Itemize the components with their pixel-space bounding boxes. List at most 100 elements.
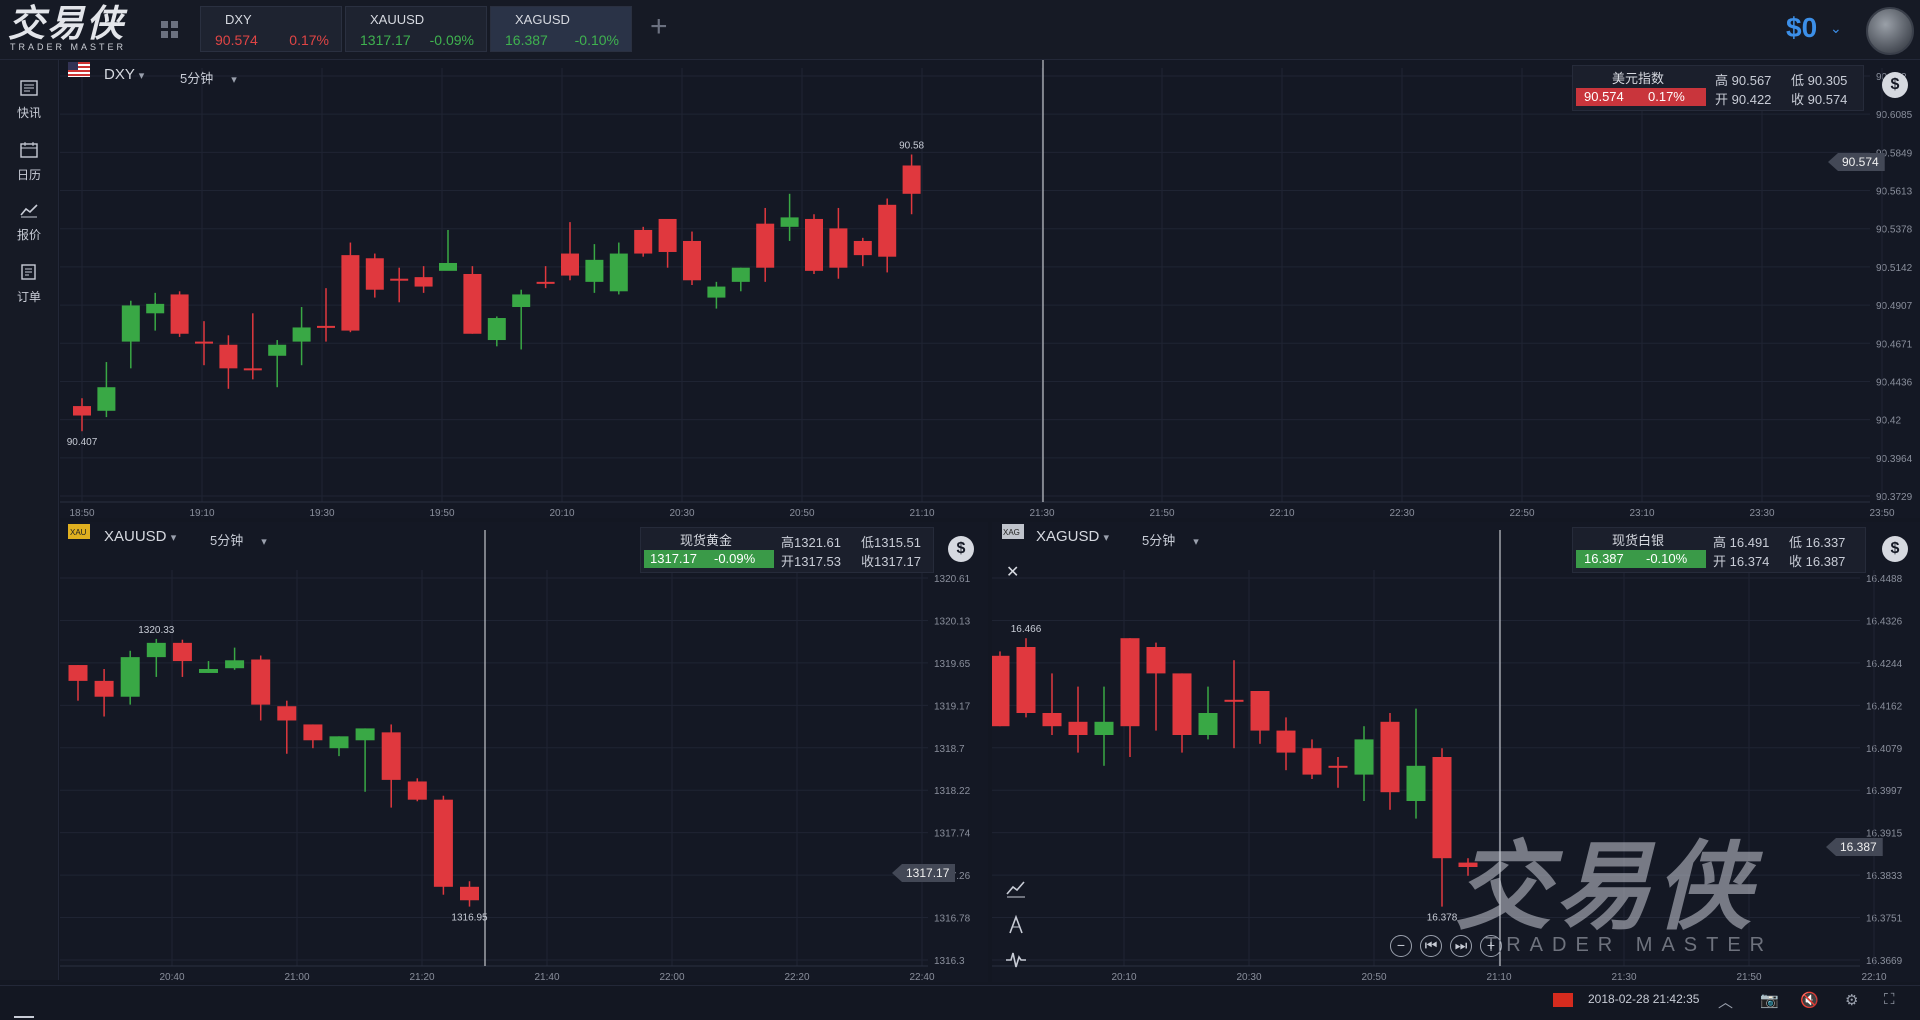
tab-price: 90.574 — [215, 32, 258, 48]
chevron-down-icon[interactable]: ⌄ — [1830, 20, 1842, 37]
x-tick-label: 21:50 — [1149, 508, 1174, 518]
y-tick-label: 90.4436 — [1876, 377, 1913, 388]
svg-text:XAG: XAG — [1003, 528, 1020, 537]
trade-dollar-icon[interactable]: $ — [1882, 72, 1908, 98]
candle-body — [172, 642, 192, 662]
tab-xagusd[interactable]: XAGUSD 16.387 -0.10% — [490, 6, 632, 52]
chevron-down-icon: ▾ — [231, 74, 237, 86]
x-tick-label: 18:50 — [69, 508, 94, 518]
orders-icon — [21, 264, 36, 280]
x-tick-label: 20:40 — [159, 972, 184, 982]
open-value: 1317.53 — [794, 554, 842, 569]
candle-body — [561, 253, 579, 276]
x-tick-label: 20:10 — [1111, 972, 1136, 982]
y-tick-label: 90.42 — [1876, 416, 1901, 427]
brand-logo[interactable]: 交易侠 TRADER MASTER — [8, 4, 133, 54]
x-tick-label: 22:20 — [784, 972, 809, 982]
candle-body — [536, 281, 555, 284]
grid-menu-icon[interactable] — [161, 21, 179, 39]
candle-body — [585, 259, 604, 282]
tab-xauusd[interactable]: XAUUSD 1317.17 -0.09% — [345, 6, 487, 52]
china-flag-icon[interactable] — [1553, 993, 1573, 1007]
high-value: 90.567 — [1731, 73, 1772, 88]
trade-dollar-icon[interactable]: $ — [948, 536, 974, 562]
brand-subtitle: TRADER MASTER — [10, 42, 127, 52]
candle-body — [439, 262, 457, 271]
quote-high: 高1321.61 — [781, 532, 841, 551]
candlestick-chart-xagusd[interactable]: 16.4488 16.4326 16.4244 16.4162 16.4079 16.39… — [992, 522, 1920, 982]
scroll-end-button[interactable]: ⏭ — [1450, 935, 1472, 957]
chart-symbol[interactable]: XAGUSD ▾ — [1036, 528, 1109, 545]
chart-symbol[interactable]: DXY ▾ — [104, 66, 144, 83]
candle-body — [902, 165, 921, 194]
tab-symbol: XAUUSD — [370, 12, 425, 27]
x-tick-label: 20:50 — [789, 508, 814, 518]
candle-body — [292, 327, 311, 342]
x-tick-label: 23:50 — [1869, 508, 1894, 518]
sidebar-item-orders[interactable]: 订单 — [0, 252, 58, 308]
quote-price-badge: 16.387 -0.10% — [1576, 550, 1706, 568]
fullscreen-icon[interactable]: ⛶ — [1884, 991, 1895, 1008]
interval-select[interactable]: 5分钟 ▾ — [180, 68, 237, 87]
candle-body — [277, 706, 297, 721]
y-tick-label: 1319.65 — [934, 659, 971, 670]
high-label: 高 — [781, 535, 795, 550]
sidebar-item-quotes[interactable]: 报价 — [0, 190, 58, 246]
quote-low: 低 16.337 — [1789, 532, 1845, 551]
account-balance[interactable]: $0 — [1786, 12, 1817, 44]
high-marker-label: 1320.33 — [138, 625, 175, 636]
trade-dollar-icon[interactable]: $ — [1882, 536, 1908, 562]
add-tab-button[interactable]: + — [650, 12, 668, 42]
candlestick-chart-xauusd[interactable]: 1320.61 1320.13 1319.65 1319.17 1318.7 1318.2… — [60, 522, 988, 982]
quotes-icon — [20, 204, 38, 218]
sidebar-item-label: 日历 — [16, 168, 41, 182]
sidebar-item-calendar[interactable]: 日历 — [0, 130, 58, 186]
candle-body — [97, 387, 116, 411]
close-label: 收 — [1791, 92, 1805, 107]
zoom-in-button[interactable]: + — [1480, 935, 1502, 957]
avatar[interactable] — [1866, 7, 1914, 55]
zoom-out-button[interactable]: − — [1390, 935, 1412, 957]
open-label: 开 — [1715, 92, 1729, 107]
chevron-down-icon: ▾ — [261, 536, 267, 548]
y-tick-label: 90.3964 — [1876, 454, 1913, 465]
zoom-controls: − ⏮ ⏭ + — [1390, 935, 1520, 959]
tab-dxy[interactable]: DXY 90.574 0.17% — [200, 6, 342, 52]
candle-body — [805, 218, 823, 271]
scroll-start-button[interactable]: ⏮ — [1420, 935, 1442, 957]
drawing-pen-icon[interactable] — [1004, 912, 1028, 936]
mute-icon[interactable]: 🔇 — [1800, 991, 1819, 1009]
quote-open: 开1317.53 — [781, 551, 841, 570]
candlestick-chart-dxy[interactable]: 90.63290.608590.584990.561390.537890.514… — [60, 60, 1920, 518]
x-tick-label: 22:10 — [1861, 972, 1886, 982]
high-label: 高 — [1715, 73, 1729, 88]
candle-body — [365, 258, 384, 290]
candle-body — [1432, 757, 1452, 859]
candle-body — [1302, 748, 1322, 775]
candle-body — [1354, 739, 1374, 775]
quote-high: 高 90.567 — [1715, 70, 1771, 89]
camera-icon[interactable]: 📷 — [1760, 991, 1779, 1009]
candle-body — [303, 724, 323, 741]
candle-body — [853, 240, 872, 256]
x-tick-label: 22:30 — [1389, 508, 1414, 518]
close-icon[interactable]: ✕ — [1006, 562, 1019, 582]
low-marker-label: 1316.95 — [451, 913, 488, 924]
interval-select[interactable]: 5分钟 ▾ — [210, 530, 267, 549]
y-tick-label: 1319.17 — [934, 701, 971, 712]
quote-price: 90.574 — [1584, 89, 1624, 104]
quote-name: 美元指数 — [1611, 71, 1664, 86]
wave-icon[interactable] — [1004, 948, 1028, 972]
indicator-icon[interactable] — [1004, 876, 1028, 900]
x-tick-label: 19:30 — [309, 508, 334, 518]
chart-symbol[interactable]: XAUUSD ▾ — [104, 528, 176, 545]
candle-body — [1380, 721, 1400, 793]
gear-icon[interactable]: ⚙ — [1845, 991, 1858, 1009]
interval-select[interactable]: 5分钟 ▾ — [1142, 530, 1199, 549]
candle-body — [460, 886, 479, 901]
quote-price-badge: 1317.17 -0.09% — [644, 550, 774, 568]
chevron-up-icon[interactable]: ︿ — [1718, 991, 1733, 1012]
sidebar-item-news[interactable]: 快讯 — [0, 68, 58, 124]
candle-body — [146, 303, 165, 314]
low-value: 1315.51 — [874, 535, 922, 550]
